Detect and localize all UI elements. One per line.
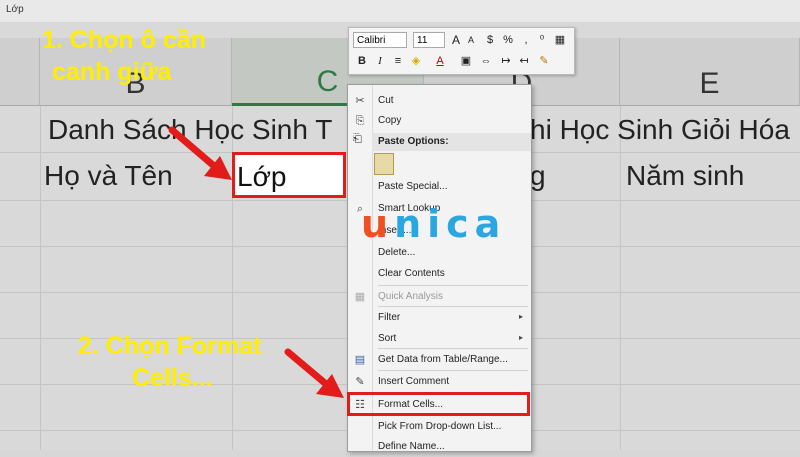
annotation-arrows <box>168 126 344 398</box>
arrow-to-cell-icon <box>168 126 232 180</box>
arrow-to-format-cells-icon <box>284 348 344 398</box>
